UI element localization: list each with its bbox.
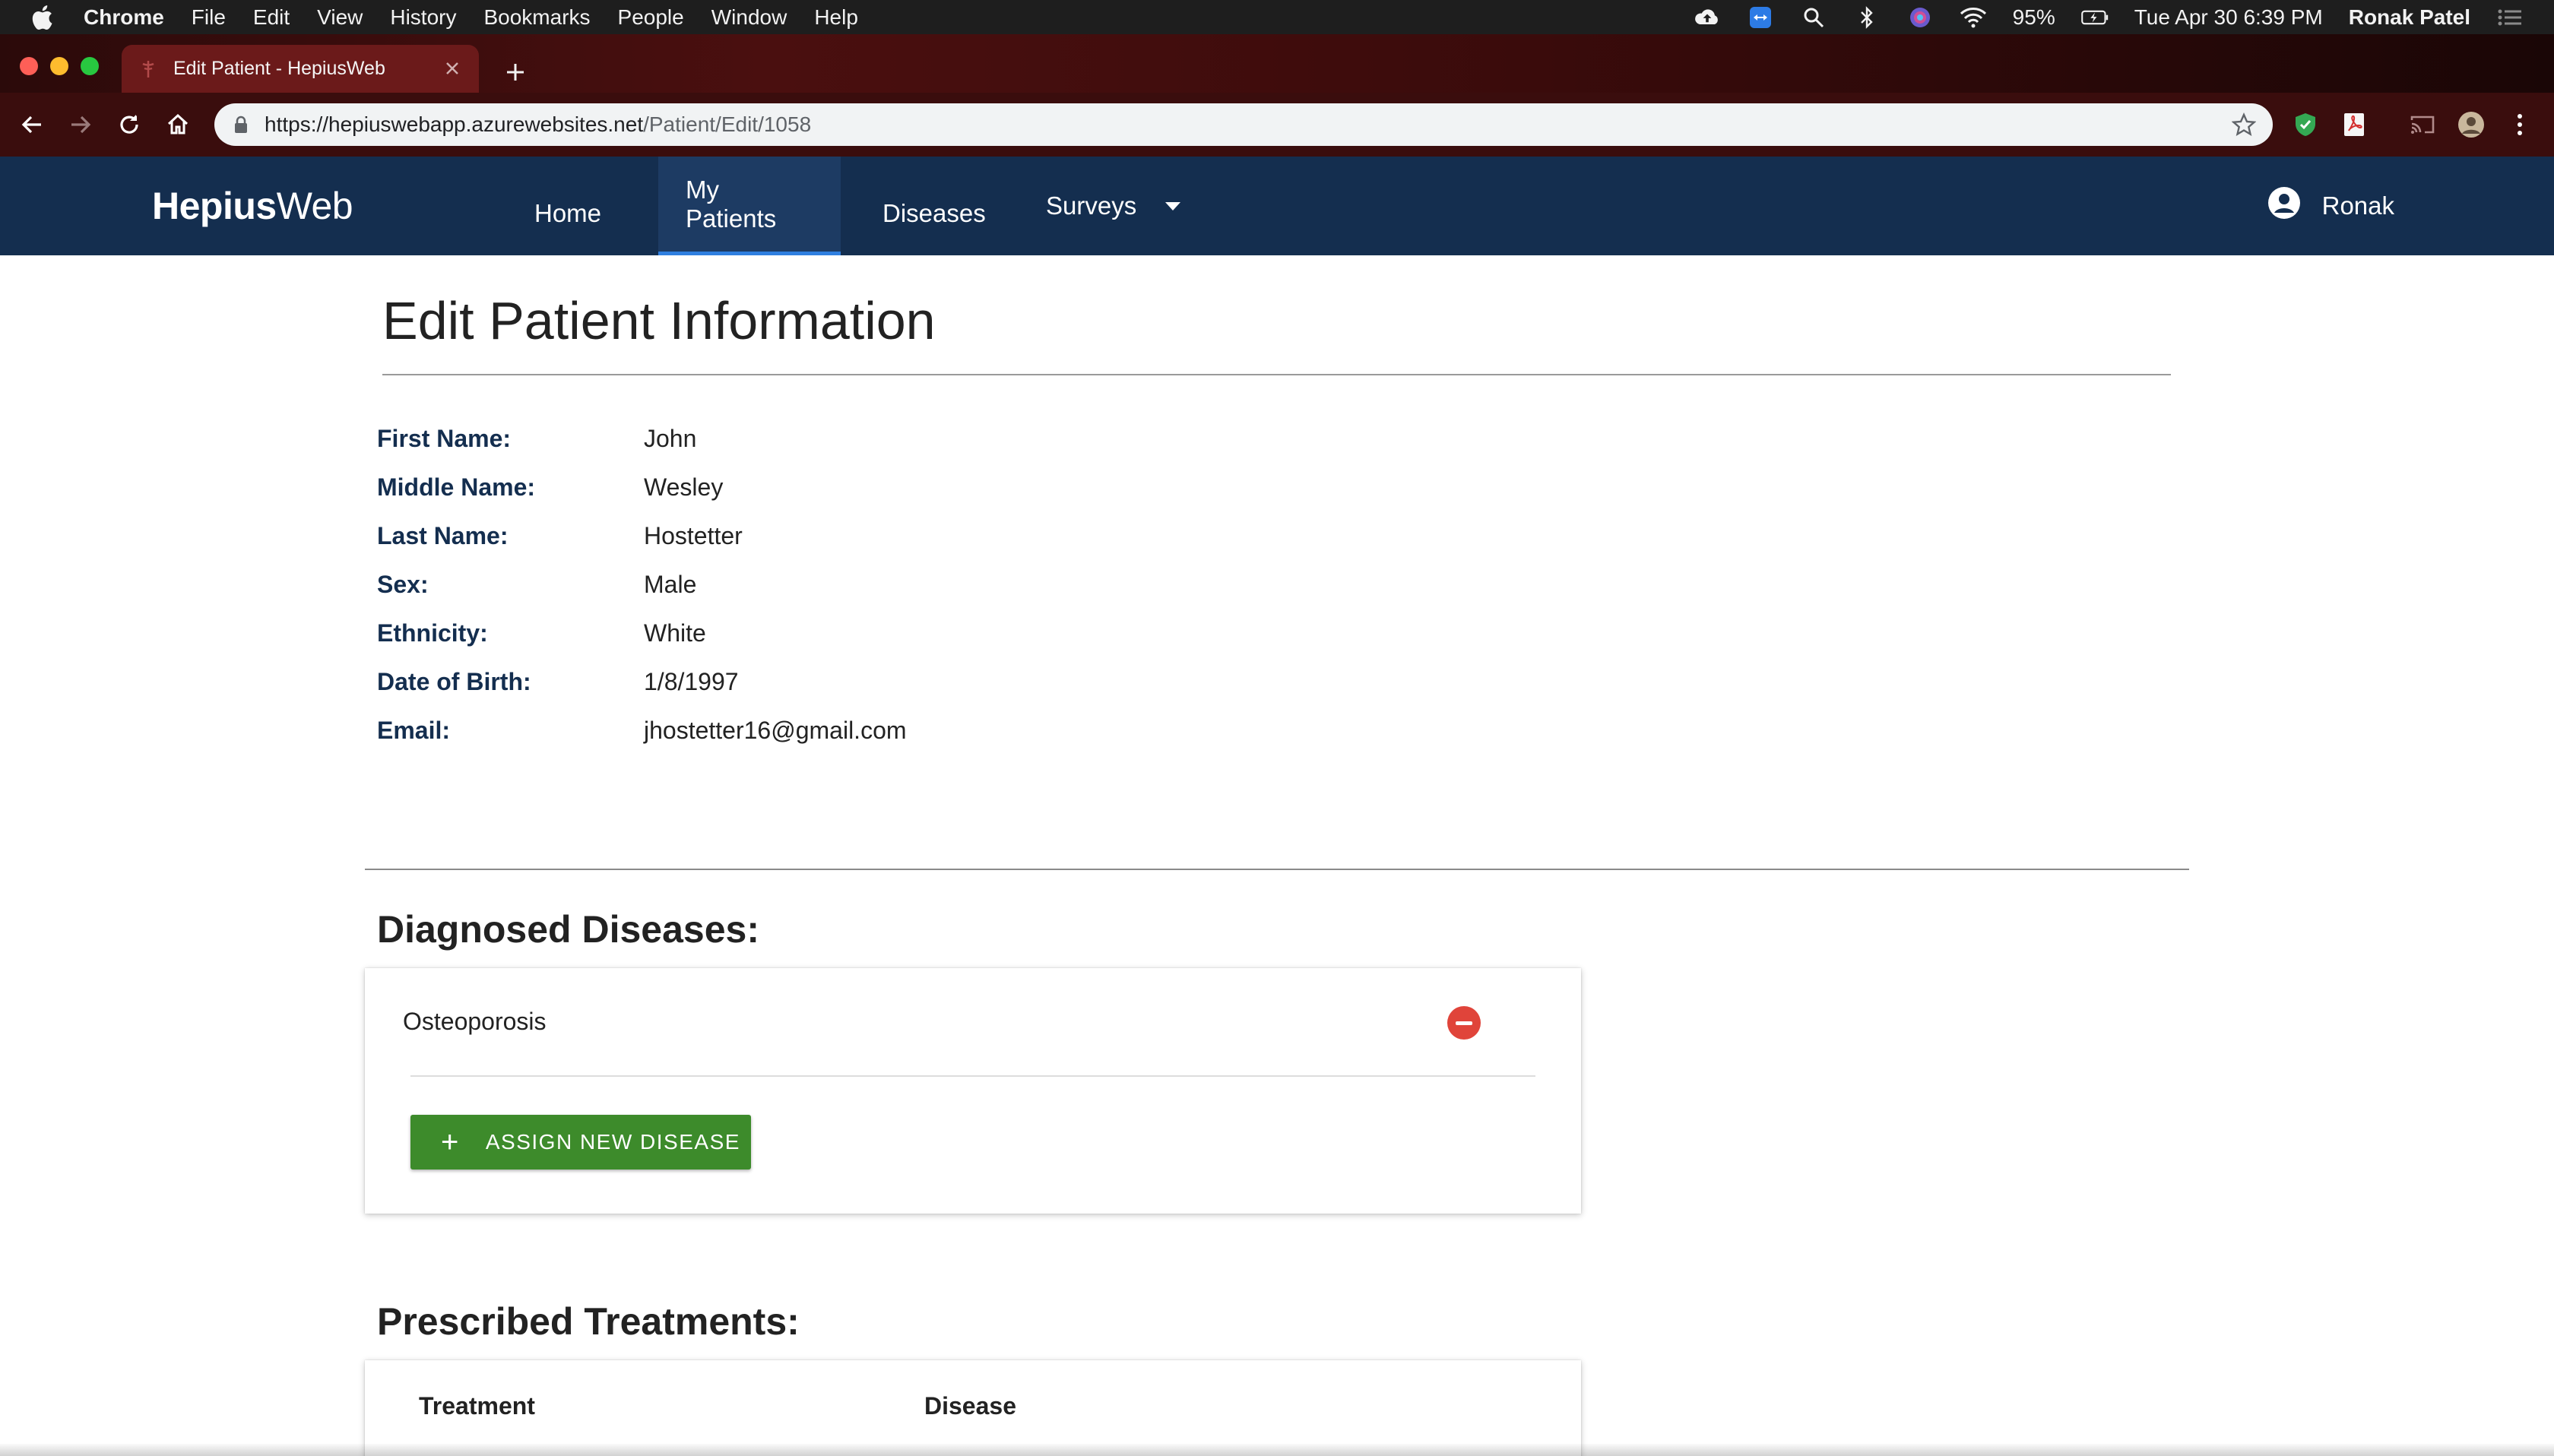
- user-name: Ronak: [2321, 191, 2394, 220]
- info-row-first-name: First Name: John: [377, 414, 907, 463]
- nav-diseases[interactable]: Diseases: [855, 164, 1013, 263]
- assign-button-label: ASSIGN NEW DISEASE: [485, 1130, 740, 1154]
- wifi-icon[interactable]: [1960, 6, 1987, 29]
- cloud-upload-icon[interactable]: [1694, 6, 1721, 29]
- menu-history[interactable]: History: [390, 5, 456, 30]
- menu-app-name[interactable]: Chrome: [84, 5, 164, 30]
- field-value: Wesley: [644, 473, 724, 501]
- diagnosed-diseases-heading: Diagnosed Diseases:: [377, 908, 759, 951]
- tab-close-icon[interactable]: [442, 59, 462, 78]
- user-menu[interactable]: Ronak: [2267, 157, 2394, 255]
- window-close-button[interactable]: [20, 57, 38, 75]
- home-icon[interactable]: [163, 109, 193, 140]
- field-value: 1/8/1997: [644, 667, 739, 695]
- window-minimize-button[interactable]: [50, 57, 68, 75]
- column-header-treatment[interactable]: Treatment: [419, 1392, 535, 1420]
- field-label: Ethnicity:: [377, 619, 488, 647]
- dropdown-caret-icon: [1165, 201, 1181, 210]
- tab-title: Edit Patient - HepiusWeb: [173, 58, 385, 79]
- info-row-email: Email: jhostetter16@gmail.com: [377, 706, 907, 755]
- brand-logo[interactable]: HepiusWeb: [152, 184, 353, 228]
- window-bottom-edge: [0, 1444, 2554, 1456]
- field-value: jhostetter16@gmail.com: [644, 716, 907, 744]
- remove-disease-button[interactable]: [1447, 1006, 1481, 1040]
- column-header-disease[interactable]: Disease: [924, 1392, 1016, 1420]
- field-label: Middle Name:: [377, 473, 536, 501]
- field-value: Male: [644, 570, 697, 598]
- forward-arrow-icon[interactable]: [65, 109, 96, 140]
- battery-percentage: 95%: [2012, 5, 2055, 29]
- browser-tab-strip: Edit Patient - HepiusWeb: [0, 34, 2554, 93]
- field-value: White: [644, 619, 706, 647]
- app-navbar: HepiusWeb Home My Patients Diseases Surv…: [0, 157, 2554, 255]
- page-title: Edit Patient Information: [382, 291, 936, 350]
- shield-extension-icon[interactable]: [2290, 109, 2321, 140]
- menu-window[interactable]: Window: [711, 5, 787, 30]
- lock-icon[interactable]: [231, 115, 251, 135]
- field-value: Hostetter: [644, 521, 743, 549]
- menu-bookmarks[interactable]: Bookmarks: [483, 5, 590, 30]
- teamviewer-icon[interactable]: [1747, 6, 1774, 29]
- diseases-card: Osteoporosis + ASSIGN NEW DISEASE: [365, 968, 1581, 1214]
- menu-help[interactable]: Help: [814, 5, 858, 30]
- battery-charging-icon[interactable]: [2080, 6, 2109, 29]
- section-divider: [365, 869, 2189, 870]
- menu-view[interactable]: View: [317, 5, 363, 30]
- field-value: John: [644, 424, 697, 452]
- apple-menu-icon[interactable]: [30, 5, 56, 30]
- menu-file[interactable]: File: [192, 5, 226, 30]
- url-host: https://hepiuswebapp.azurewebsites.net: [265, 112, 644, 136]
- nav-home[interactable]: Home: [507, 164, 629, 263]
- site-favicon-icon: [138, 59, 158, 79]
- bookmark-star-icon[interactable]: [2231, 112, 2257, 137]
- account-circle-icon: [2267, 186, 2301, 226]
- menubar-user[interactable]: Ronak Patel: [2349, 5, 2470, 30]
- table-header: Treatment Disease: [365, 1360, 1581, 1451]
- new-tab-button[interactable]: [502, 59, 529, 86]
- title-divider: [382, 374, 2171, 375]
- patient-info: First Name: John Middle Name: Wesley Las…: [377, 414, 907, 755]
- nav-my-patients[interactable]: My Patients: [658, 157, 841, 255]
- spotlight-search-icon[interactable]: [1800, 6, 1827, 29]
- plus-icon: +: [441, 1125, 460, 1159]
- reload-icon[interactable]: [114, 109, 144, 140]
- brand-bold: Hepius: [152, 185, 277, 227]
- browser-menu-icon[interactable]: [2505, 109, 2535, 140]
- url-path: /Patient/Edit/1058: [643, 112, 812, 136]
- info-row-date-of-birth: Date of Birth: 1/8/1997: [377, 657, 907, 706]
- menubar-datetime[interactable]: Tue Apr 30 6:39 PM: [2134, 5, 2323, 30]
- disease-name: Osteoporosis: [403, 1008, 547, 1035]
- address-bar[interactable]: https://hepiuswebapp.azurewebsites.net/P…: [214, 103, 2273, 146]
- list-item: Osteoporosis: [403, 968, 1535, 1077]
- field-label: First Name:: [377, 424, 512, 452]
- window-zoom-button[interactable]: [81, 57, 99, 75]
- nav-surveys[interactable]: Surveys: [1019, 157, 1208, 255]
- menu-people[interactable]: People: [618, 5, 684, 30]
- prescribed-treatments-heading: Prescribed Treatments:: [377, 1300, 800, 1343]
- info-row-middle-name: Middle Name: Wesley: [377, 463, 907, 511]
- browser-toolbar: https://hepiuswebapp.azurewebsites.net/P…: [0, 93, 2554, 157]
- macos-menu-bar: Chrome File Edit View History Bookmarks …: [0, 0, 2554, 34]
- brand-rest: Web: [276, 185, 353, 227]
- pdf-extension-icon[interactable]: [2339, 109, 2369, 140]
- notification-center-icon[interactable]: [2496, 6, 2524, 29]
- menu-edit[interactable]: Edit: [253, 5, 290, 30]
- info-row-last-name: Last Name: Hostetter: [377, 511, 907, 560]
- field-label: Sex:: [377, 570, 429, 598]
- back-arrow-icon[interactable]: [17, 109, 47, 140]
- cast-icon[interactable]: [2407, 109, 2438, 140]
- minus-icon: [1456, 1021, 1472, 1025]
- field-label: Last Name:: [377, 521, 509, 549]
- bluetooth-icon[interactable]: [1853, 5, 1881, 29]
- info-row-sex: Sex: Male: [377, 560, 907, 609]
- nav-surveys-label: Surveys: [1046, 191, 1137, 220]
- siri-icon[interactable]: [1906, 6, 1934, 29]
- info-row-ethnicity: Ethnicity: White: [377, 609, 907, 657]
- profile-avatar-icon[interactable]: [2456, 109, 2486, 140]
- browser-tab-active[interactable]: Edit Patient - HepiusWeb: [122, 45, 479, 93]
- assign-new-disease-button[interactable]: + ASSIGN NEW DISEASE: [410, 1115, 751, 1170]
- field-label: Date of Birth:: [377, 667, 531, 695]
- field-label: Email:: [377, 716, 451, 744]
- treatments-card: Treatment Disease: [365, 1360, 1581, 1456]
